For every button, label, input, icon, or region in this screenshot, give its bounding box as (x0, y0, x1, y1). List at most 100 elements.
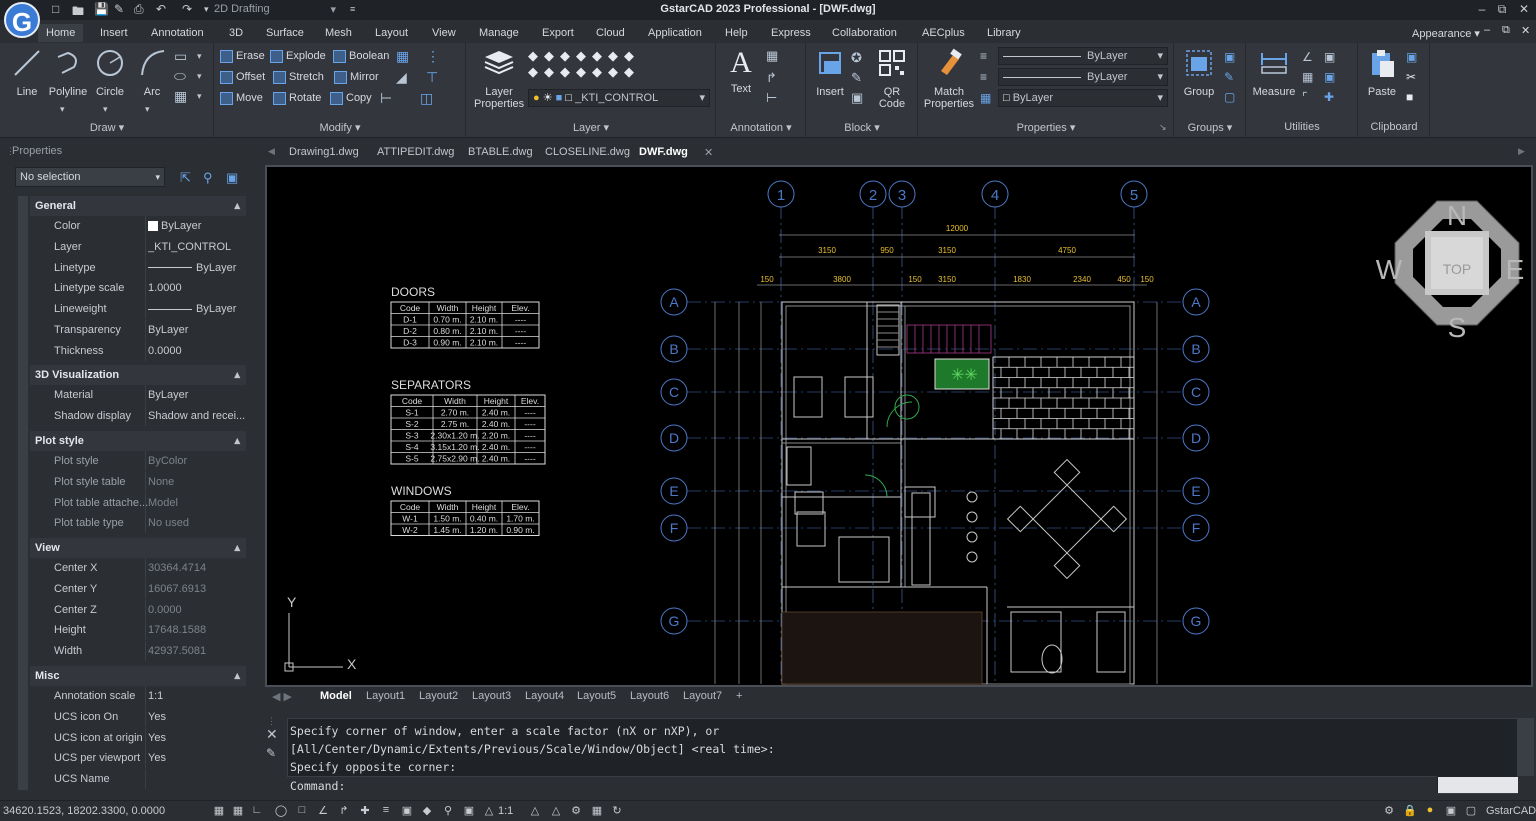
layer-tools-icons[interactable]: ◆◆◆◆◆◆◆ ◆◆◆◆◆◆◆ (528, 48, 688, 88)
draw-group-title[interactable]: Draw ▾ (0, 121, 214, 134)
circle-chevron-down-icon[interactable]: ▾ (103, 104, 108, 115)
tab-insert[interactable]: Insert (100, 27, 128, 39)
point-style-icon[interactable]: ✚ (1324, 90, 1334, 104)
quick-select-panel-icon[interactable]: ▣ (226, 170, 242, 186)
rectangle-chevron-down-icon[interactable]: ▾ (197, 51, 202, 62)
section-view[interactable]: View ▴ (30, 538, 246, 558)
cut-icon[interactable]: ✂ (1406, 70, 1416, 84)
collapse-arrow-icon[interactable]: ▴ (234, 431, 240, 451)
annotation-scale-icon[interactable]: △ (482, 804, 496, 818)
array-icon[interactable]: ▦ (396, 48, 409, 65)
selection-cycling-icon[interactable]: ◆ (420, 804, 434, 818)
tab-btable[interactable]: BTABLE.dwg (468, 146, 533, 158)
rectangle-icon[interactable]: ▭ (174, 48, 187, 65)
polar-icon[interactable]: ◯ (274, 804, 288, 818)
section-plot-style[interactable]: Plot style ▴ (30, 431, 246, 451)
viewcube-west[interactable]: W (1376, 254, 1403, 285)
property-row[interactable]: UCS Name (30, 769, 246, 789)
dimension-icon[interactable]: ⊢ (766, 90, 777, 106)
property-row[interactable]: Lineweight ByLayer (30, 299, 246, 319)
tab-layout1[interactable]: Layout1 (366, 690, 405, 702)
annotation-group-title[interactable]: Annotation ▾ (716, 121, 806, 134)
property-row[interactable]: Width 42937.5081 (30, 641, 246, 661)
property-row[interactable]: Material ByLayer (30, 385, 246, 405)
insert-block-button[interactable]: Insert (810, 47, 850, 98)
toggle-pickadd-icon[interactable]: ⇱ (180, 170, 196, 186)
grid-display-icon[interactable]: ▦ (212, 804, 226, 818)
groups-group-title[interactable]: Groups ▾ (1174, 121, 1246, 134)
color-dropdown[interactable]: □ ByLayer ▾ (998, 89, 1168, 107)
dynamic-input-icon[interactable]: ✚ (358, 804, 372, 818)
cmd-horizontal-scrollbar[interactable] (1438, 777, 1518, 793)
cmd-close-icon[interactable]: ✕ (266, 726, 278, 743)
tab-layout3[interactable]: Layout3 (472, 690, 511, 702)
section-general[interactable]: General ▴ (30, 196, 246, 216)
tab-closeline[interactable]: CLOSELINE.dwg (545, 146, 630, 158)
tab-manage[interactable]: Manage (479, 27, 519, 39)
tab-layout4[interactable]: Layout4 (525, 690, 564, 702)
polyline-button[interactable]: Polyline (46, 47, 90, 98)
tab-help[interactable]: Help (725, 27, 748, 39)
tab-attipedit[interactable]: ATTIPEDIT.dwg (377, 146, 454, 158)
close-icon[interactable]: ✕ (1514, 2, 1534, 16)
match-properties-button[interactable]: Match Properties (923, 47, 975, 110)
property-row[interactable]: UCS icon at origin Yes (30, 728, 246, 748)
circle-button[interactable]: Circle (88, 47, 132, 98)
tab-drawing1[interactable]: Drawing1.dwg (289, 146, 359, 158)
settings-gear-icon[interactable]: ⚙ (1382, 804, 1396, 818)
layer-dropdown[interactable]: ● ☀ ■ □ _KTI_CONTROL ▾ (528, 89, 710, 107)
tab-home[interactable]: Home (38, 24, 84, 42)
property-row[interactable]: Transparency ByLayer (30, 320, 246, 340)
restore-icon[interactable]: ⧉ (1492, 2, 1512, 17)
property-row[interactable]: Plot table attache... Model (30, 493, 246, 513)
tab-application[interactable]: Application (648, 27, 702, 39)
tab-view[interactable]: View (432, 27, 456, 39)
collapse-arrow-icon[interactable]: ▴ (234, 365, 240, 385)
ortho-icon[interactable]: ∟ (250, 804, 264, 818)
fillet-icon[interactable]: ◢ (396, 69, 407, 86)
auto-scale-icon[interactable]: △ (549, 804, 563, 818)
rotate-button[interactable]: Rotate (273, 89, 321, 107)
collapse-arrow-icon[interactable]: ▴ (234, 666, 240, 686)
property-row[interactable]: Plot table type No used (30, 513, 246, 533)
line-button[interactable]: Line (5, 47, 49, 98)
group-edit-icon[interactable]: ✎ (1224, 70, 1234, 84)
tab-annotation[interactable]: Annotation (151, 27, 204, 39)
tab-surface[interactable]: Surface (266, 27, 304, 39)
tab-export[interactable]: Export (542, 27, 574, 39)
viewcube-top-face[interactable]: TOP (1443, 261, 1472, 277)
quick-properties-icon[interactable]: ▣ (462, 804, 476, 818)
create-block-icon[interactable]: ✪ (851, 50, 862, 66)
ungroup-icon[interactable]: ▣ (1224, 50, 1235, 64)
boolean-button[interactable]: Boolean (333, 47, 389, 65)
move-button[interactable]: Move (220, 89, 263, 107)
property-row[interactable]: Thickness 0.0000 (30, 341, 246, 361)
isolate-objects-icon[interactable]: ▣ (1444, 804, 1458, 818)
copy-clip-icon[interactable]: ▣ (1406, 50, 1417, 64)
extend-icon[interactable]: ⊤ (426, 69, 438, 86)
workspace-switch-icon[interactable]: ⚙ (569, 804, 583, 818)
app-logo[interactable]: G (4, 2, 40, 38)
property-row[interactable]: Linetype ByLayer (30, 258, 246, 278)
select-all-icon[interactable]: ▣ (1324, 50, 1335, 64)
tab-layout7[interactable]: Layout7 (683, 690, 722, 702)
command-input[interactable] (287, 776, 1437, 794)
section-misc[interactable]: Misc ▴ (30, 666, 246, 686)
property-row[interactable]: Center Z 0.0000 (30, 600, 246, 620)
add-layout-icon[interactable]: + (736, 690, 742, 702)
layer-group-title[interactable]: Layer ▾ (466, 121, 716, 134)
3d-osnap-icon[interactable]: ⚲ (441, 804, 455, 818)
close-tab-icon[interactable]: ✕ (704, 146, 713, 159)
clipboard-group-title[interactable]: Clipboard (1358, 121, 1430, 133)
property-row[interactable]: Center X 30364.4714 (30, 558, 246, 578)
tabs-scroll-left-icon[interactable]: ◀ (268, 146, 275, 157)
lock-ui-icon[interactable]: 🔒 (1403, 804, 1417, 818)
property-row[interactable]: Height 17648.1588 (30, 620, 246, 640)
property-row[interactable]: UCS per viewport Yes (30, 748, 246, 768)
scale-icon[interactable]: ⋮ (426, 48, 440, 65)
collapse-arrow-icon[interactable]: ▴ (234, 196, 240, 216)
arc-button[interactable]: Arc (130, 47, 174, 98)
otrack-icon[interactable]: ∠ (316, 804, 330, 818)
qr-code-button[interactable]: QR Code (872, 47, 912, 110)
polyline-chevron-down-icon[interactable]: ▾ (60, 104, 65, 115)
